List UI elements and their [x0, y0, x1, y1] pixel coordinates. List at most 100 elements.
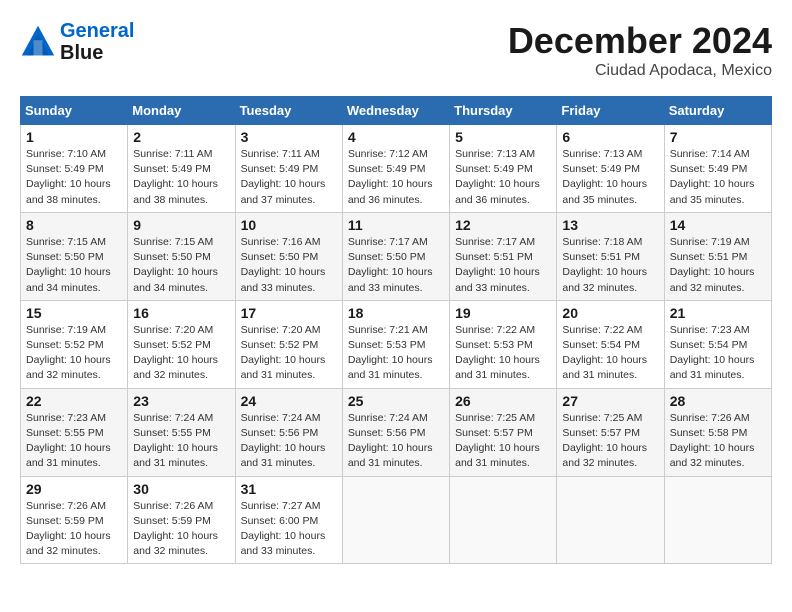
day-number: 13	[562, 217, 658, 233]
day-number: 15	[26, 305, 122, 321]
location-title: Ciudad Apodaca, Mexico	[508, 62, 772, 80]
calendar-header-row: SundayMondayTuesdayWednesdayThursdayFrid…	[21, 97, 772, 125]
calendar-week-row: 1 Sunrise: 7:10 AM Sunset: 5:49 PM Dayli…	[21, 125, 772, 213]
calendar-cell	[664, 476, 771, 564]
calendar-table: SundayMondayTuesdayWednesdayThursdayFrid…	[20, 96, 772, 564]
day-info: Sunrise: 7:24 AM Sunset: 5:56 PM Dayligh…	[241, 411, 337, 472]
day-number: 16	[133, 305, 229, 321]
day-info: Sunrise: 7:21 AM Sunset: 5:53 PM Dayligh…	[348, 323, 444, 384]
calendar-cell: 5 Sunrise: 7:13 AM Sunset: 5:49 PM Dayli…	[450, 125, 557, 213]
day-info: Sunrise: 7:17 AM Sunset: 5:50 PM Dayligh…	[348, 235, 444, 296]
calendar-week-row: 29 Sunrise: 7:26 AM Sunset: 5:59 PM Dayl…	[21, 476, 772, 564]
day-info: Sunrise: 7:20 AM Sunset: 5:52 PM Dayligh…	[133, 323, 229, 384]
calendar-cell	[450, 476, 557, 564]
calendar-cell: 4 Sunrise: 7:12 AM Sunset: 5:49 PM Dayli…	[342, 125, 449, 213]
day-number: 22	[26, 393, 122, 409]
calendar-cell: 29 Sunrise: 7:26 AM Sunset: 5:59 PM Dayl…	[21, 476, 128, 564]
day-number: 27	[562, 393, 658, 409]
weekday-header-saturday: Saturday	[664, 97, 771, 125]
weekday-header-thursday: Thursday	[450, 97, 557, 125]
calendar-cell: 22 Sunrise: 7:23 AM Sunset: 5:55 PM Dayl…	[21, 388, 128, 476]
day-info: Sunrise: 7:17 AM Sunset: 5:51 PM Dayligh…	[455, 235, 551, 296]
day-number: 24	[241, 393, 337, 409]
day-info: Sunrise: 7:20 AM Sunset: 5:52 PM Dayligh…	[241, 323, 337, 384]
weekday-header-tuesday: Tuesday	[235, 97, 342, 125]
calendar-cell: 11 Sunrise: 7:17 AM Sunset: 5:50 PM Dayl…	[342, 212, 449, 300]
day-number: 4	[348, 129, 444, 145]
day-number: 28	[670, 393, 766, 409]
weekday-header-friday: Friday	[557, 97, 664, 125]
calendar-cell: 8 Sunrise: 7:15 AM Sunset: 5:50 PM Dayli…	[21, 212, 128, 300]
day-number: 18	[348, 305, 444, 321]
day-info: Sunrise: 7:19 AM Sunset: 5:52 PM Dayligh…	[26, 323, 122, 384]
day-number: 19	[455, 305, 551, 321]
calendar-cell: 7 Sunrise: 7:14 AM Sunset: 5:49 PM Dayli…	[664, 125, 771, 213]
day-info: Sunrise: 7:16 AM Sunset: 5:50 PM Dayligh…	[241, 235, 337, 296]
day-info: Sunrise: 7:23 AM Sunset: 5:55 PM Dayligh…	[26, 411, 122, 472]
day-number: 9	[133, 217, 229, 233]
day-number: 29	[26, 481, 122, 497]
day-info: Sunrise: 7:26 AM Sunset: 5:59 PM Dayligh…	[26, 499, 122, 560]
calendar-cell	[342, 476, 449, 564]
day-number: 1	[26, 129, 122, 145]
calendar-cell: 15 Sunrise: 7:19 AM Sunset: 5:52 PM Dayl…	[21, 300, 128, 388]
calendar-cell: 30 Sunrise: 7:26 AM Sunset: 5:59 PM Dayl…	[128, 476, 235, 564]
calendar-cell: 21 Sunrise: 7:23 AM Sunset: 5:54 PM Dayl…	[664, 300, 771, 388]
day-info: Sunrise: 7:23 AM Sunset: 5:54 PM Dayligh…	[670, 323, 766, 384]
weekday-header-sunday: Sunday	[21, 97, 128, 125]
day-info: Sunrise: 7:13 AM Sunset: 5:49 PM Dayligh…	[455, 147, 551, 208]
calendar-cell: 24 Sunrise: 7:24 AM Sunset: 5:56 PM Dayl…	[235, 388, 342, 476]
day-info: Sunrise: 7:15 AM Sunset: 5:50 PM Dayligh…	[26, 235, 122, 296]
day-number: 30	[133, 481, 229, 497]
calendar-cell: 1 Sunrise: 7:10 AM Sunset: 5:49 PM Dayli…	[21, 125, 128, 213]
day-info: Sunrise: 7:25 AM Sunset: 5:57 PM Dayligh…	[455, 411, 551, 472]
logo-general: General	[60, 20, 134, 42]
day-info: Sunrise: 7:26 AM Sunset: 5:59 PM Dayligh…	[133, 499, 229, 560]
calendar-cell: 13 Sunrise: 7:18 AM Sunset: 5:51 PM Dayl…	[557, 212, 664, 300]
day-info: Sunrise: 7:22 AM Sunset: 5:53 PM Dayligh…	[455, 323, 551, 384]
day-number: 21	[670, 305, 766, 321]
day-number: 5	[455, 129, 551, 145]
calendar-cell: 9 Sunrise: 7:15 AM Sunset: 5:50 PM Dayli…	[128, 212, 235, 300]
calendar-week-row: 8 Sunrise: 7:15 AM Sunset: 5:50 PM Dayli…	[21, 212, 772, 300]
calendar-cell: 14 Sunrise: 7:19 AM Sunset: 5:51 PM Dayl…	[664, 212, 771, 300]
calendar-week-row: 15 Sunrise: 7:19 AM Sunset: 5:52 PM Dayl…	[21, 300, 772, 388]
calendar-cell: 27 Sunrise: 7:25 AM Sunset: 5:57 PM Dayl…	[557, 388, 664, 476]
day-number: 17	[241, 305, 337, 321]
calendar-cell: 28 Sunrise: 7:26 AM Sunset: 5:58 PM Dayl…	[664, 388, 771, 476]
day-number: 20	[562, 305, 658, 321]
day-info: Sunrise: 7:11 AM Sunset: 5:49 PM Dayligh…	[133, 147, 229, 208]
day-number: 14	[670, 217, 766, 233]
calendar-cell: 3 Sunrise: 7:11 AM Sunset: 5:49 PM Dayli…	[235, 125, 342, 213]
day-number: 23	[133, 393, 229, 409]
day-info: Sunrise: 7:12 AM Sunset: 5:49 PM Dayligh…	[348, 147, 444, 208]
logo: General Blue	[20, 20, 134, 64]
day-number: 11	[348, 217, 444, 233]
day-number: 25	[348, 393, 444, 409]
calendar-cell: 31 Sunrise: 7:27 AM Sunset: 6:00 PM Dayl…	[235, 476, 342, 564]
weekday-header-monday: Monday	[128, 97, 235, 125]
title-block: December 2024 Ciudad Apodaca, Mexico	[508, 20, 772, 80]
day-number: 12	[455, 217, 551, 233]
day-number: 10	[241, 217, 337, 233]
calendar-cell: 17 Sunrise: 7:20 AM Sunset: 5:52 PM Dayl…	[235, 300, 342, 388]
day-info: Sunrise: 7:19 AM Sunset: 5:51 PM Dayligh…	[670, 235, 766, 296]
day-info: Sunrise: 7:24 AM Sunset: 5:55 PM Dayligh…	[133, 411, 229, 472]
calendar-cell: 20 Sunrise: 7:22 AM Sunset: 5:54 PM Dayl…	[557, 300, 664, 388]
logo-blue: Blue	[60, 42, 103, 64]
day-info: Sunrise: 7:11 AM Sunset: 5:49 PM Dayligh…	[241, 147, 337, 208]
day-info: Sunrise: 7:24 AM Sunset: 5:56 PM Dayligh…	[348, 411, 444, 472]
calendar-cell: 10 Sunrise: 7:16 AM Sunset: 5:50 PM Dayl…	[235, 212, 342, 300]
day-info: Sunrise: 7:25 AM Sunset: 5:57 PM Dayligh…	[562, 411, 658, 472]
day-number: 26	[455, 393, 551, 409]
calendar-cell: 12 Sunrise: 7:17 AM Sunset: 5:51 PM Dayl…	[450, 212, 557, 300]
calendar-cell: 26 Sunrise: 7:25 AM Sunset: 5:57 PM Dayl…	[450, 388, 557, 476]
day-number: 6	[562, 129, 658, 145]
day-info: Sunrise: 7:15 AM Sunset: 5:50 PM Dayligh…	[133, 235, 229, 296]
weekday-header-wednesday: Wednesday	[342, 97, 449, 125]
calendar-week-row: 22 Sunrise: 7:23 AM Sunset: 5:55 PM Dayl…	[21, 388, 772, 476]
day-number: 7	[670, 129, 766, 145]
calendar-cell	[557, 476, 664, 564]
calendar-cell: 23 Sunrise: 7:24 AM Sunset: 5:55 PM Dayl…	[128, 388, 235, 476]
day-info: Sunrise: 7:22 AM Sunset: 5:54 PM Dayligh…	[562, 323, 658, 384]
